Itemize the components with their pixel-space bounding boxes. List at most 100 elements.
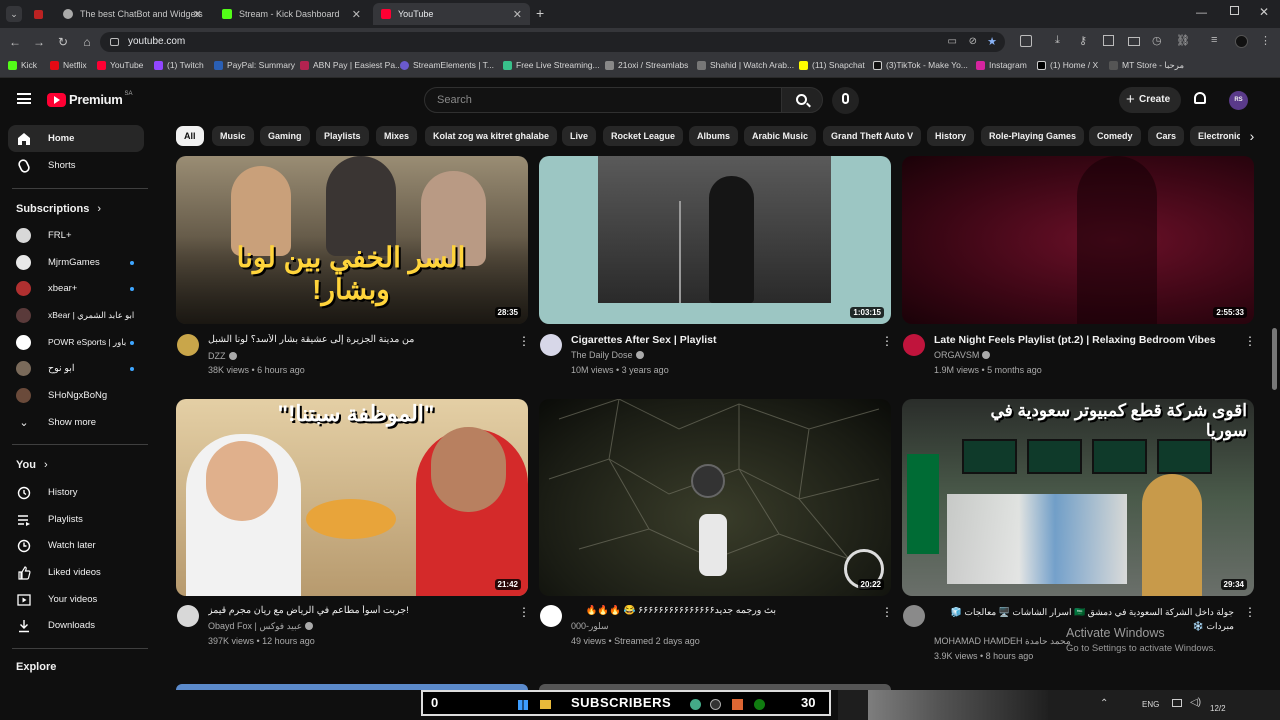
chip-gaming[interactable]: Gaming [260,126,310,146]
video-thumbnail[interactable]: السر الخفي بين لونا وبشار! 28:35 [176,156,528,324]
video-thumbnail[interactable]: اقوى شركة قطع كمبيوتر سعودية في سوريا 29… [902,399,1254,596]
download-icon[interactable]: ⤓ [1055,34,1060,47]
chip-all[interactable]: All [176,126,204,146]
bookmark-streamlabs[interactable]: 21oxi / Streamlabs [605,60,688,70]
maximize-window-button[interactable] [1230,6,1239,15]
video-channel[interactable]: Obayd Fox | عبيد فوكس [208,621,314,632]
key-icon[interactable]: ⚷ [1079,34,1087,47]
reading-list-icon[interactable]: ≡ [1211,34,1217,46]
search-input[interactable]: Search [424,87,782,113]
history-toolbar-icon[interactable]: ◷ [1152,34,1162,47]
bookmark-x[interactable]: (1) Home / X [1037,60,1098,70]
close-tab-icon[interactable]: ✕ [193,8,202,21]
chip-history[interactable]: History [927,126,975,146]
sidebar-item-subscription[interactable]: xBear | ابو عابد الشمري [8,302,144,329]
sidebar-item-home[interactable]: Home [8,125,144,152]
sidebar-item-liked-videos[interactable]: Liked videos [8,559,144,586]
bookmark-mt-store[interactable]: MT Store - مرحبا [1109,60,1184,71]
app-icon[interactable] [732,699,743,710]
chip-playlists[interactable]: Playlists [316,126,369,146]
guide-menu-icon[interactable] [17,93,31,104]
video-thumbnail[interactable]: 20:22 [539,399,891,596]
xbox-icon[interactable] [754,699,765,710]
channel-avatar[interactable] [177,605,199,627]
bookmark-youtube[interactable]: YouTube [97,60,143,70]
minimize-window-button[interactable]: — [1196,7,1207,19]
cast-icon[interactable]: ▭ [948,32,957,52]
chip-comedy[interactable]: Comedy [1089,126,1141,146]
notifications-bell-icon[interactable] [1194,92,1206,104]
sidebar-item-downloads[interactable]: Downloads [8,612,144,639]
tab-kick-dashboard[interactable]: Stream - Kick Dashboard ✕ [214,3,369,25]
bookmark-tiktok[interactable]: (3)TikTok - Make Yo... [873,60,968,70]
chip-live[interactable]: Live [562,126,597,146]
bookmark-paypal[interactable]: PayPal: Summary [214,60,295,70]
bookmark-netflix[interactable]: Netflix [50,60,87,70]
chip-gta-v[interactable]: Grand Theft Auto V [823,126,922,146]
bookmark-instagram[interactable]: Instagram [976,60,1027,70]
chip-cars[interactable]: Cars [1148,126,1185,146]
sidebar-item-show-more[interactable]: ⌄ Show more [8,409,144,436]
video-menu-icon[interactable]: ⋮ [518,334,530,348]
video-menu-icon[interactable]: ⋮ [518,605,530,619]
voice-search-button[interactable] [832,87,859,114]
chrome-icon[interactable] [690,699,701,710]
tray-chevron-up-icon[interactable]: ⌃ [1100,698,1108,709]
forward-button[interactable]: → [32,35,46,49]
file-explorer-icon[interactable] [540,700,551,709]
chip-rocket-league[interactable]: Rocket League [603,126,684,146]
close-window-button[interactable]: ✕ [1259,5,1269,19]
chip-role-playing-games[interactable]: Role-Playing Games [981,126,1085,146]
video-menu-icon[interactable]: ⋮ [1244,605,1256,619]
video-menu-icon[interactable]: ⋮ [1244,334,1256,348]
new-tab-button[interactable]: + [536,5,544,21]
create-button[interactable]: + Create [1119,87,1181,113]
home-button[interactable]: ⌂ [80,35,94,49]
video-title[interactable]: Cigarettes After Sex | Playlist [571,334,871,346]
video-channel[interactable]: سلور-000 [571,621,609,632]
tab-youtube[interactable]: YouTube ✕ [373,3,530,25]
address-bar[interactable]: youtube.com ★ ⊘ ▭ [100,32,1005,52]
extensions-icon[interactable] [1020,35,1032,47]
close-tab-icon[interactable]: ✕ [513,8,522,21]
close-tab-icon[interactable]: ✕ [352,8,361,21]
bookmark-kick[interactable]: Kick [8,60,37,70]
chip-mixes[interactable]: Mixes [376,126,418,146]
youtube-premium-logo[interactable]: Premium SA [47,91,133,107]
chip-albums[interactable]: Albums [689,126,739,146]
chip-kolat-zog[interactable]: Kolat zog wa kitret ghalabe [425,126,558,146]
bookmark-star-icon[interactable]: ★ [987,32,997,52]
chips-next-button[interactable]: › [1240,124,1264,148]
channel-avatar[interactable] [903,334,925,356]
sidebar-item-your-videos[interactable]: Your videos [8,586,144,613]
sidebar-item-subscription[interactable]: FRL+ [8,222,144,249]
chip-arabic-music[interactable]: Arabic Music [744,126,817,146]
subscriptions-heading[interactable]: Subscriptions › [16,203,101,215]
search-button[interactable] [781,87,823,113]
sidebar-item-playlists[interactable]: Playlists [8,506,144,533]
video-channel[interactable]: The Daily Dose [571,350,644,360]
you-heading[interactable]: You › [16,459,48,471]
sidebar-item-history[interactable]: History [8,479,144,506]
hide-icon[interactable]: ⊘ [969,32,977,52]
tab-search-button[interactable]: ⌄ [6,6,22,22]
video-channel[interactable]: MOHAMAD HAMDEH محمد حامدة [934,636,1071,647]
reload-button[interactable]: ↻ [56,35,70,49]
account-avatar[interactable]: RS [1229,91,1248,110]
tab-chatbot[interactable]: The best ChatBot and Widgets ✕ [55,3,210,25]
link-icon[interactable]: ⛓ [1176,34,1190,47]
channel-avatar[interactable] [540,605,562,627]
bookmark-streamelements[interactable]: StreamElements | T... [400,60,494,70]
translate-icon[interactable] [1103,35,1114,46]
chip-music[interactable]: Music [212,126,254,146]
language-indicator[interactable]: ENG [1142,700,1159,709]
video-title[interactable]: بث ورجمه جديد۶۶۶۶۶۶۶۶۶۶۶۶۶۶۶ 😂 🔥🔥🔥 [571,605,776,616]
video-channel[interactable]: ORGAVSM [934,350,991,360]
page-scrollbar[interactable] [1272,328,1277,390]
windows-start-icon[interactable] [518,700,528,710]
profile-avatar[interactable] [1235,35,1248,48]
video-menu-icon[interactable]: ⋮ [881,334,893,348]
bookmark-snapchat[interactable]: (11) Snapchat [799,60,865,70]
back-button[interactable]: ← [8,35,22,49]
video-title[interactable]: Late Night Feels Playlist (pt.2) | Relax… [934,334,1234,346]
